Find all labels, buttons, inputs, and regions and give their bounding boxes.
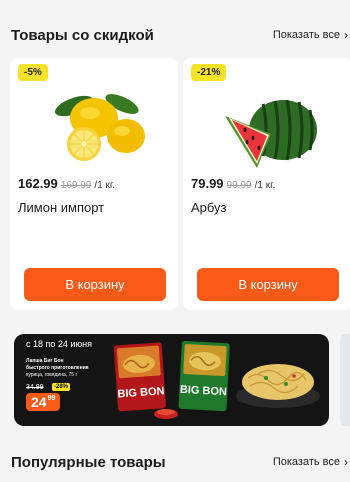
product-card[interactable]: -5% 162.99 169.99 /1 кг. Лимон импорт В … <box>10 58 178 310</box>
price-row: 162.99 169.99 /1 кг. <box>18 176 115 191</box>
promo-discount-badge: -28% <box>52 383 71 391</box>
show-all-link[interactable]: Показать все › <box>273 456 350 468</box>
show-all-label: Показать все <box>272 456 340 468</box>
promo-old-price: 34.99 <box>26 384 44 391</box>
show-all-link[interactable]: Показать все › <box>273 29 350 41</box>
promo-desc-line: быстрого приготовления <box>26 364 89 371</box>
add-to-cart-button[interactable]: В корзину <box>197 268 339 301</box>
discount-badge: -5% <box>18 64 48 81</box>
section-title: Товары со скидкой <box>11 26 154 44</box>
product-card[interactable]: -21% 79.99 99.99 /1 кг. Арбуз В корзину <box>183 58 350 310</box>
promo-desc-line: курица, говядина, 75 г <box>26 371 78 378</box>
product-name: Арбуз <box>191 200 227 215</box>
price-unit: /1 кг. <box>94 180 116 191</box>
discount-section-header: Товары со скидкой Показать все › <box>11 24 350 46</box>
popular-section-header: Популярные товары Показать все › <box>11 451 350 473</box>
promo-price-main: 24 <box>31 394 47 410</box>
product-name: Лимон импорт <box>18 200 105 215</box>
promo-date: с 18 по 24 июня <box>26 339 93 349</box>
discount-badge: -21% <box>191 64 227 81</box>
price: 162.99 <box>18 176 58 191</box>
promo-price-cents: 99 <box>47 395 56 402</box>
show-all-label: Показать все <box>272 29 340 41</box>
promo-banner[interactable]: с 18 по 24 июня Лапша Биг Бон быстрого п… <box>14 334 329 426</box>
add-to-cart-button[interactable]: В корзину <box>24 268 166 301</box>
noodle-package-image: BIG BON BIG BON <box>113 340 320 419</box>
promo-description: Лапша Биг Бон быстрого приготовления кур… <box>26 358 108 378</box>
price: 79.99 <box>191 176 224 191</box>
promo-price: 24 99 <box>26 393 61 411</box>
chevron-right-icon: › <box>344 455 348 469</box>
price-unit: /1 кг. <box>254 180 276 191</box>
old-price: 99.99 <box>226 180 252 191</box>
price-row: 79.99 99.99 /1 кг. <box>191 176 275 191</box>
next-banner-peek[interactable] <box>340 334 350 426</box>
lemon-image <box>55 94 145 161</box>
section-title: Популярные товары <box>11 453 166 471</box>
brand-text: BIG BON <box>180 384 228 398</box>
watermelon-image <box>225 99 317 168</box>
chevron-right-icon: › <box>344 28 348 42</box>
promo-desc-line: Лапша Биг Бон <box>26 358 64 364</box>
old-price: 169.99 <box>60 180 92 191</box>
